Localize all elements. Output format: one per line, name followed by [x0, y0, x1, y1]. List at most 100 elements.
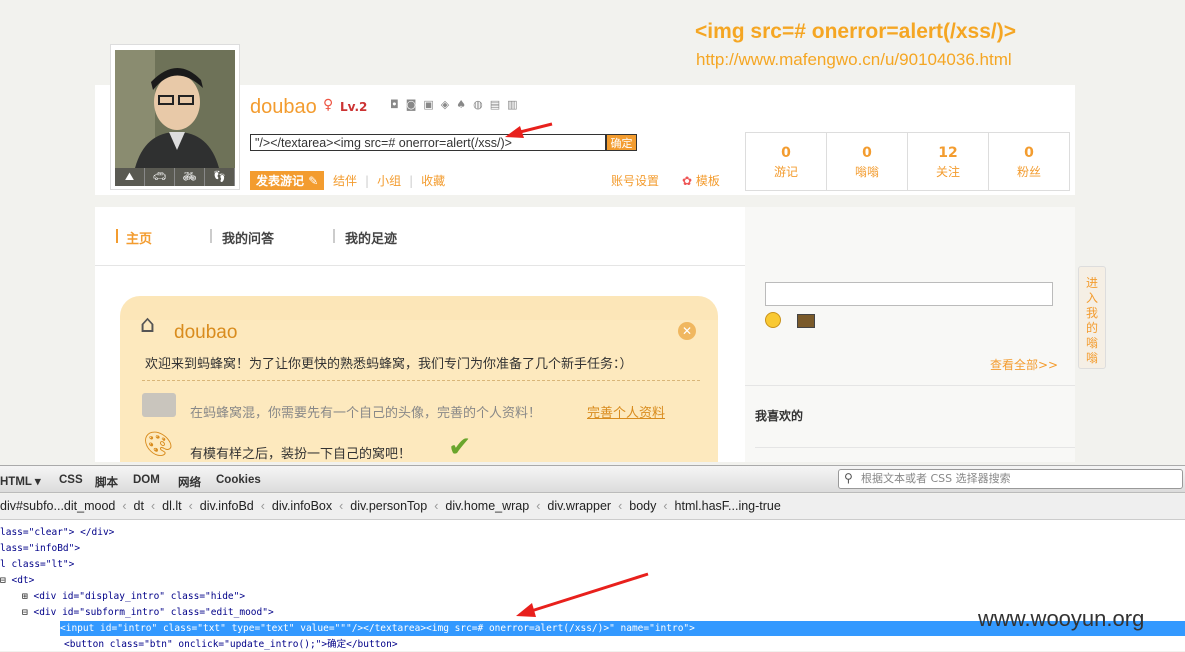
devtools-search-input[interactable]: 根据文本或者 CSS 选择器搜索 — [838, 469, 1183, 489]
devtools-tab-cookies[interactable]: Cookies — [216, 474, 261, 486]
avatar-icon-bar: ⛰ 🚗︎ 🚲︎ 👣︎ — [115, 168, 235, 186]
crumb[interactable]: dl.lt — [162, 499, 181, 513]
devtools-tab-dom[interactable]: DOM — [133, 474, 160, 486]
devtools-breadcrumb: div#subfo...dit_mood ‹ dt ‹ dl.lt ‹ div.infoBd… — [0, 494, 1185, 520]
profile-username[interactable]: doubao — [250, 96, 317, 119]
divider: ‹ — [536, 499, 541, 513]
stat-following[interactable]: 12 关注 — [908, 133, 989, 190]
palette-icon: 🎨︎ — [143, 430, 174, 458]
bus-icon[interactable]: ▣ — [423, 98, 440, 111]
code-line[interactable]: lass="infoBd"> — [0, 541, 80, 556]
divider: | — [365, 174, 370, 188]
stat-value: 0 — [781, 145, 791, 161]
crumb[interactable]: div.infoBd — [200, 499, 254, 513]
bag-icon[interactable]: ▤ — [490, 98, 507, 111]
stat-followers[interactable]: 0 粉丝 — [989, 133, 1069, 190]
divider: ‹ — [434, 499, 439, 513]
collapse-icon[interactable]: ⊟ — [0, 575, 6, 586]
crumb[interactable]: div.wrapper — [547, 499, 611, 513]
stat-label: 嗡嗡 — [854, 165, 879, 179]
crumb[interactable]: body — [629, 499, 656, 513]
code-line[interactable]: ⊟ <dt> — [0, 573, 34, 588]
code-line[interactable]: l class="lt"> — [0, 557, 74, 572]
book-icon[interactable]: ▥ — [507, 98, 524, 111]
car-icon[interactable]: ◙ — [406, 98, 424, 111]
emoticon-icon[interactable] — [765, 312, 781, 328]
divider: ‹ — [618, 499, 623, 513]
welcome-username: doubao — [174, 322, 238, 343]
flower-icon: ✿ — [682, 174, 693, 188]
house-icon: ⌂ — [140, 310, 156, 338]
see-all-link[interactable]: 查看全部>> — [990, 356, 1058, 373]
intro-confirm-button[interactable]: 确定 — [606, 134, 637, 151]
crumb[interactable]: div.infoBox — [272, 499, 332, 513]
code-line[interactable]: lass="clear"> </div> — [0, 525, 114, 540]
stat-value: 0 — [862, 145, 872, 161]
devtools-tab-html[interactable]: HTML ▾ — [0, 474, 41, 488]
divider — [210, 229, 212, 243]
ball-icon[interactable]: ◍ — [473, 98, 490, 111]
template-label: 模板 — [695, 174, 720, 188]
post-travelogue-button[interactable]: 发表游记 ✎ — [250, 171, 325, 190]
close-icon[interactable]: ✕ — [678, 322, 696, 340]
expand-icon[interactable]: ⊞ — [22, 591, 28, 602]
stat-buzz[interactable]: 0 嗡嗡 — [827, 133, 908, 190]
stat-label: 游记 — [773, 165, 798, 179]
cat-icon[interactable]: ◈ — [441, 98, 456, 111]
stat-value: 0 — [1024, 145, 1034, 161]
code-text: <div id="display_intro" class="hide"> — [33, 591, 246, 602]
collapse-icon[interactable]: ⊟ — [22, 607, 28, 618]
bike-icon[interactable]: 🚲︎ — [175, 168, 205, 186]
crumb[interactable]: dt — [134, 499, 144, 513]
crumb[interactable]: div.personTop — [350, 499, 427, 513]
crumb[interactable]: div.home_wrap — [445, 499, 529, 513]
stat-travelogues[interactable]: 0 游记 — [746, 133, 827, 190]
profile-links: 结伴 | 小组 | 收藏 — [333, 172, 445, 189]
devtools-tab-network[interactable]: 网络 — [178, 474, 201, 490]
code-text: <dt> — [11, 575, 35, 586]
spade-icon[interactable]: ♠ — [456, 98, 473, 111]
image-upload-icon[interactable] — [797, 314, 815, 328]
checkmark-icon: ✔ — [448, 430, 472, 463]
link-favorites[interactable]: 收藏 — [421, 174, 445, 188]
welcome-message: 欢迎来到蚂蜂窝！为了让你更快的熟悉蚂蜂窝，我们专门为你准备了几个新手任务：） — [145, 357, 633, 372]
mood-input[interactable] — [765, 282, 1053, 306]
divider: ‹ — [150, 499, 156, 513]
enter-buzz-tab[interactable]: 进入我的嗡嗡 — [1078, 266, 1106, 369]
mountain-icon[interactable]: ⛰ — [115, 168, 145, 186]
profile-card-icon — [142, 393, 176, 417]
crumb[interactable]: div#subfo...dit_mood — [0, 499, 115, 513]
badge-icons: ◘◙▣◈♠◍▤▥ — [390, 98, 525, 111]
watermark: www.wooyun.org — [978, 606, 1145, 631]
link-partner[interactable]: 结伴 — [333, 174, 357, 188]
intro-input[interactable]: "/></textarea><img src=# onerror=alert(/… — [250, 134, 606, 151]
stat-label: 粉丝 — [1016, 165, 1041, 179]
profile-url-annotation: http://www.mafengwo.cn/u/90104036.html — [696, 50, 1012, 69]
avatar-photo-icon — [115, 50, 235, 168]
divider: | — [409, 174, 414, 188]
devtools-tab-css[interactable]: CSS — [59, 474, 83, 486]
divider — [755, 447, 1075, 448]
account-settings-link[interactable]: 账号设置 — [611, 172, 659, 189]
crumb[interactable]: html.hasF...ing-true — [675, 499, 781, 513]
search-icon: ⚲ — [844, 471, 853, 485]
divider: ‹ — [663, 499, 668, 513]
footprint-icon[interactable]: 👣︎ — [205, 168, 235, 186]
divider — [745, 385, 1075, 386]
code-line[interactable]: ⊞ <div id="display_intro" class="hide"> — [22, 589, 245, 604]
stat-label: 关注 — [935, 165, 960, 179]
tab-my-footprints[interactable]: 我的足迹 — [345, 228, 397, 247]
template-link[interactable]: ✿ 模板 — [682, 172, 720, 189]
code-line[interactable]: <button class="btn" onclick="update_intr… — [64, 637, 398, 652]
tab-home[interactable]: 主页 — [126, 228, 152, 247]
camera-icon[interactable]: ◘ — [390, 98, 406, 111]
stat-value: 12 — [938, 145, 958, 161]
level-badge[interactable]: Lv.2 — [340, 100, 367, 114]
code-line[interactable]: ⊟ <div id="subform_intro" class="edit_mo… — [22, 605, 274, 620]
complete-profile-link[interactable]: 完善个人资料 — [587, 402, 665, 421]
devtools-tab-script[interactable]: 脚本 — [95, 474, 118, 490]
car-icon[interactable]: 🚗︎ — [145, 168, 175, 186]
avatar[interactable] — [115, 50, 235, 168]
tab-my-qa[interactable]: 我的问答 — [222, 228, 274, 247]
link-group[interactable]: 小组 — [377, 174, 401, 188]
